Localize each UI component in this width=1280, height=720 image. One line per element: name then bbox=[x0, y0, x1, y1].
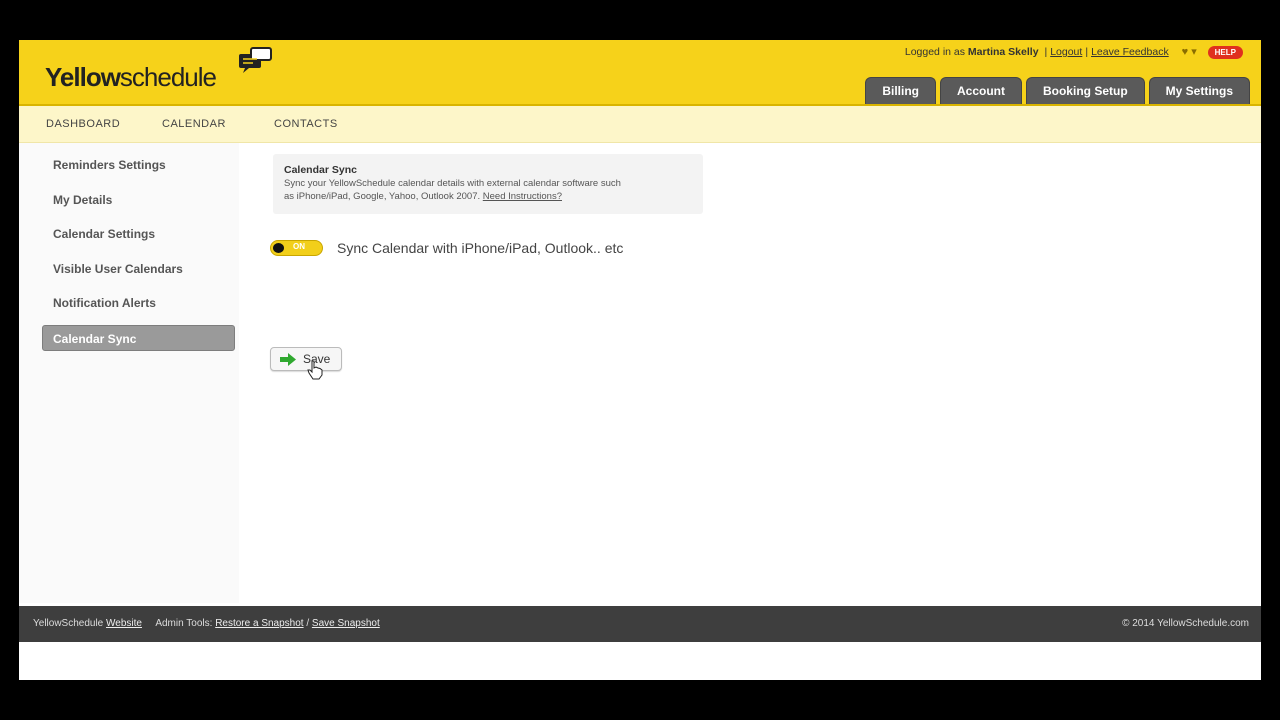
website-link[interactable]: Website bbox=[106, 618, 142, 629]
settings-tabs: Billing Account Booking Setup My Setting… bbox=[865, 77, 1250, 104]
footer-slash: / bbox=[306, 618, 310, 629]
sidebar-item-visible-user-calendars[interactable]: Visible User Calendars bbox=[43, 256, 236, 282]
header: Yellowschedule Logged in as Martina Skel… bbox=[19, 40, 1261, 106]
sync-calendar-label: Sync Calendar with iPhone/iPad, Outlook.… bbox=[337, 240, 624, 256]
logout-link[interactable]: Logout bbox=[1050, 46, 1082, 58]
info-text-line-2-text: as iPhone/iPad, Google, Yahoo, Outlook 2… bbox=[284, 191, 481, 202]
main-nav: DASHBOARD CALENDAR CONTACTS bbox=[19, 106, 1261, 143]
logo[interactable]: Yellowschedule bbox=[45, 62, 217, 93]
footer: YellowSchedule Website Admin Tools: Rest… bbox=[19, 606, 1261, 642]
tab-my-settings[interactable]: My Settings bbox=[1148, 77, 1250, 104]
tab-account[interactable]: Account bbox=[939, 77, 1022, 104]
info-text-line-2: as iPhone/iPad, Google, Yahoo, Outlook 2… bbox=[284, 190, 692, 203]
heart-icon[interactable]: ♥ ▾ bbox=[1182, 46, 1197, 58]
separator: | bbox=[1044, 46, 1048, 58]
sidebar-item-my-details[interactable]: My Details bbox=[43, 187, 236, 213]
save-snapshot-link[interactable]: Save Snapshot bbox=[312, 618, 380, 629]
help-button[interactable]: HELP bbox=[1207, 45, 1243, 59]
speech-bubbles-icon bbox=[239, 47, 272, 73]
sidebar-item-calendar-settings[interactable]: Calendar Settings bbox=[43, 221, 236, 247]
footer-left: YellowSchedule Website Admin Tools: Rest… bbox=[33, 618, 380, 629]
leave-feedback-link[interactable]: Leave Feedback bbox=[1091, 46, 1169, 58]
logo-light-text: schedule bbox=[119, 62, 217, 92]
sidebar-item-notification-alerts[interactable]: Notification Alerts bbox=[43, 290, 236, 316]
app-window: Yellowschedule Logged in as Martina Skel… bbox=[19, 40, 1261, 680]
separator: | bbox=[1085, 46, 1089, 58]
toggle-state-text: ON bbox=[293, 242, 305, 251]
tab-booking-setup[interactable]: Booking Setup bbox=[1025, 77, 1145, 104]
copyright: © 2014 YellowSchedule.com bbox=[1122, 618, 1249, 629]
sidebar-item-reminders-settings[interactable]: Reminders Settings bbox=[43, 152, 236, 178]
hand-cursor-icon bbox=[307, 360, 323, 380]
tab-billing[interactable]: Billing bbox=[865, 77, 936, 104]
logged-in-prefix: Logged in as bbox=[904, 46, 965, 58]
save-button[interactable]: Save bbox=[270, 347, 342, 371]
logo-bold-text: Yellow bbox=[45, 62, 121, 92]
restore-snapshot-link[interactable]: Restore a Snapshot bbox=[215, 618, 303, 629]
need-instructions-link[interactable]: Need Instructions? bbox=[483, 191, 562, 202]
user-name: Martina Skelly bbox=[967, 46, 1039, 58]
info-title: Calendar Sync bbox=[284, 164, 357, 176]
sidebar-item-calendar-sync[interactable]: Calendar Sync bbox=[42, 325, 235, 351]
footer-site-prefix: YellowSchedule bbox=[33, 618, 104, 629]
toggle-knob bbox=[273, 243, 284, 253]
nav-contacts[interactable]: CONTACTS bbox=[274, 118, 338, 130]
info-box: Calendar Sync Sync your YellowSchedule c… bbox=[273, 154, 703, 214]
info-text-line-1: Sync your YellowSchedule calendar detail… bbox=[284, 178, 621, 189]
admin-tools-label: Admin Tools: bbox=[155, 618, 213, 629]
sync-toggle[interactable]: ON bbox=[270, 240, 323, 256]
user-bar: Logged in as Martina Skelly | Logout | Leav… bbox=[905, 45, 1243, 59]
nav-dashboard[interactable]: DASHBOARD bbox=[46, 118, 120, 130]
arrow-right-icon bbox=[280, 353, 296, 366]
nav-calendar[interactable]: CALENDAR bbox=[162, 118, 226, 130]
